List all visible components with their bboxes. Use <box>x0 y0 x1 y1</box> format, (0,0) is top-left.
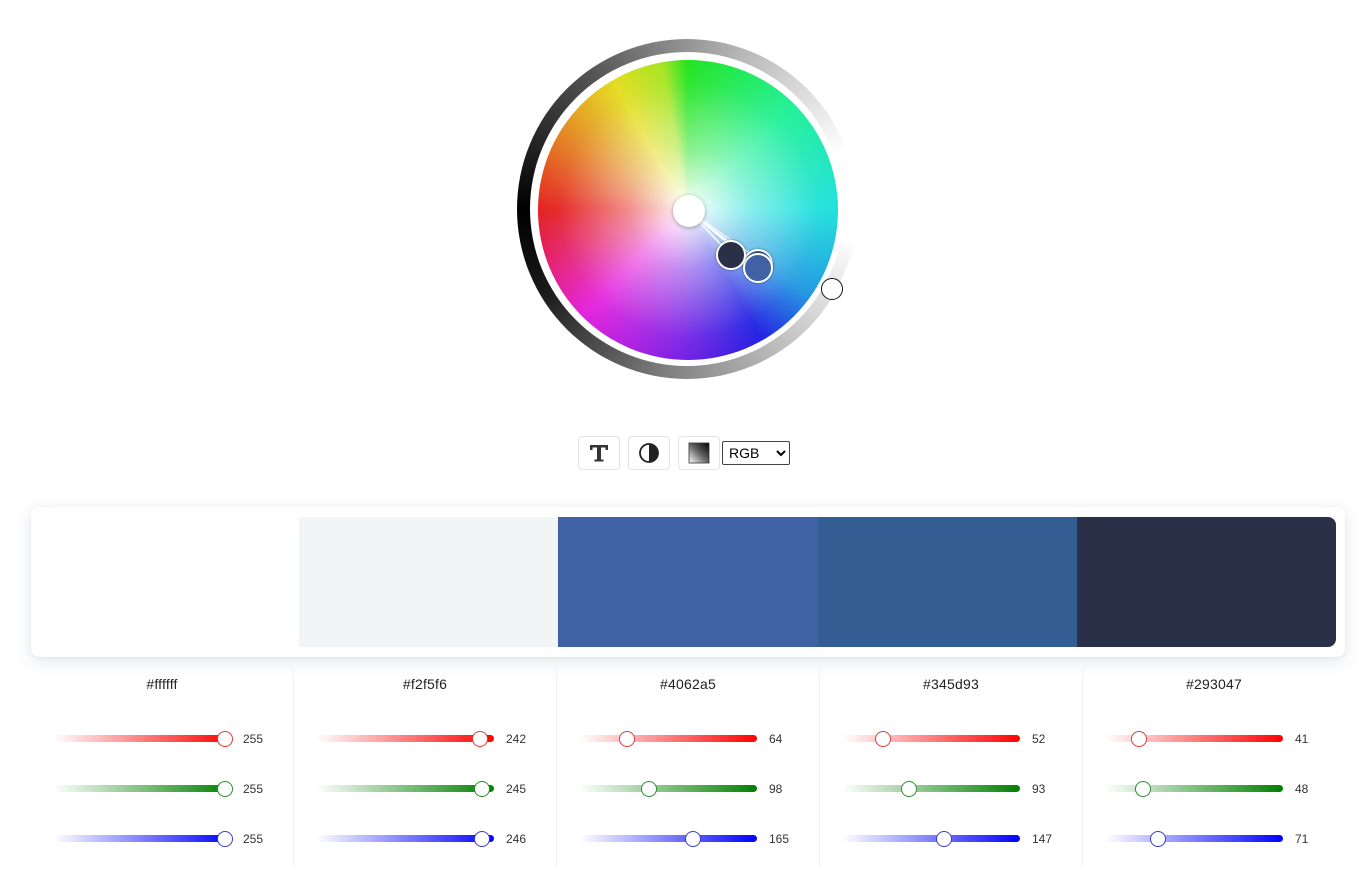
color-swatch[interactable] <box>817 517 1077 647</box>
blue-value: 71 <box>1295 832 1309 846</box>
green-value: 93 <box>1032 782 1046 796</box>
red-slider-thumb[interactable] <box>1130 731 1147 747</box>
green-slider-track[interactable] <box>316 785 494 792</box>
blue-slider-track[interactable] <box>842 835 1020 842</box>
red-value: 52 <box>1032 732 1046 746</box>
green-slider-thumb[interactable] <box>217 781 233 797</box>
blue-slider-track[interactable] <box>1105 835 1283 842</box>
red-slider-thumb[interactable] <box>471 731 488 747</box>
gradient-icon <box>688 442 710 464</box>
blue-slider[interactable]: 165 <box>579 829 819 849</box>
color-column: #293047 41 48 71 <box>1082 667 1345 867</box>
blue-slider-thumb[interactable] <box>217 831 233 847</box>
green-value: 98 <box>769 782 783 796</box>
blue-slider-track[interactable] <box>579 835 757 842</box>
green-slider-thumb[interactable] <box>473 781 490 797</box>
color-handle-swatch-5[interactable] <box>716 240 746 270</box>
blue-slider-track[interactable] <box>53 835 231 842</box>
green-value: 255 <box>243 782 264 796</box>
color-column: #345d93 52 93 147 <box>819 667 1082 867</box>
red-slider[interactable]: 255 <box>53 729 293 749</box>
green-slider-track[interactable] <box>579 785 757 792</box>
blue-value: 246 <box>506 832 527 846</box>
green-value: 48 <box>1295 782 1309 796</box>
green-value: 245 <box>506 782 527 796</box>
red-value: 255 <box>243 732 264 746</box>
red-slider-track[interactable] <box>579 735 757 742</box>
green-slider[interactable]: 245 <box>316 779 556 799</box>
toolbar: RGB <box>578 435 790 471</box>
color-columns: #ffffff 255 255 255 #f2f5f6 242 245 246 #4062a5 6… <box>31 667 1345 867</box>
blue-value: 147 <box>1032 832 1053 846</box>
blue-value: 255 <box>243 832 264 846</box>
red-slider-thumb[interactable] <box>874 731 891 747</box>
green-slider-track[interactable] <box>53 785 231 792</box>
color-column: #ffffff 255 255 255 <box>31 667 293 867</box>
blue-slider-thumb[interactable] <box>1149 831 1166 847</box>
blue-slider[interactable]: 255 <box>53 829 293 849</box>
blue-slider-track[interactable] <box>316 835 494 842</box>
green-slider-track[interactable] <box>1105 785 1283 792</box>
hex-value[interactable]: #345d93 <box>820 676 1082 692</box>
red-slider-track[interactable] <box>53 735 231 742</box>
red-value: 41 <box>1295 732 1309 746</box>
green-slider[interactable]: 93 <box>842 779 1082 799</box>
green-slider-thumb[interactable] <box>641 781 658 797</box>
red-slider-thumb[interactable] <box>217 731 233 747</box>
gradient-toggle-button[interactable] <box>678 436 720 470</box>
color-handle-base[interactable] <box>673 195 705 227</box>
color-column: #f2f5f6 242 245 246 <box>293 667 556 867</box>
green-slider[interactable]: 48 <box>1105 779 1345 799</box>
green-slider-track[interactable] <box>842 785 1020 792</box>
red-slider[interactable]: 64 <box>579 729 819 749</box>
green-slider-thumb[interactable] <box>901 781 918 797</box>
blue-slider-thumb[interactable] <box>684 831 701 847</box>
color-swatch[interactable] <box>40 517 300 647</box>
color-wheel[interactable] <box>512 34 864 386</box>
red-slider-thumb[interactable] <box>619 731 636 747</box>
hex-value[interactable]: #f2f5f6 <box>294 676 556 692</box>
color-swatch[interactable] <box>299 517 559 647</box>
hex-value[interactable]: #ffffff <box>31 676 293 692</box>
hex-value[interactable]: #4062a5 <box>557 676 819 692</box>
blue-slider[interactable]: 246 <box>316 829 556 849</box>
color-handle-swatch-3[interactable] <box>743 253 773 283</box>
green-slider[interactable]: 255 <box>53 779 293 799</box>
palette-swatches <box>40 517 1336 647</box>
color-swatch[interactable] <box>558 517 818 647</box>
hex-value[interactable]: #293047 <box>1083 676 1345 692</box>
text-icon <box>590 445 608 462</box>
blue-value: 165 <box>769 832 790 846</box>
red-slider[interactable]: 52 <box>842 729 1082 749</box>
red-slider[interactable]: 242 <box>316 729 556 749</box>
contrast-toggle-button[interactable] <box>628 436 670 470</box>
blue-slider-thumb[interactable] <box>936 831 953 847</box>
red-slider[interactable]: 41 <box>1105 729 1345 749</box>
blue-slider[interactable]: 71 <box>1105 829 1345 849</box>
color-swatch[interactable] <box>1076 517 1336 647</box>
green-slider[interactable]: 98 <box>579 779 819 799</box>
text-toggle-button[interactable] <box>578 436 620 470</box>
blue-slider-thumb[interactable] <box>474 831 491 847</box>
red-slider-track[interactable] <box>842 735 1020 742</box>
color-mode-select[interactable]: RGB <box>722 441 790 465</box>
green-slider-thumb[interactable] <box>1135 781 1152 797</box>
red-value: 64 <box>769 732 783 746</box>
color-column: #4062a5 64 98 165 <box>556 667 819 867</box>
red-slider-track[interactable] <box>316 735 494 742</box>
brightness-handle[interactable] <box>821 278 843 300</box>
blue-slider[interactable]: 147 <box>842 829 1082 849</box>
contrast-icon <box>639 443 659 463</box>
red-value: 242 <box>506 732 527 746</box>
